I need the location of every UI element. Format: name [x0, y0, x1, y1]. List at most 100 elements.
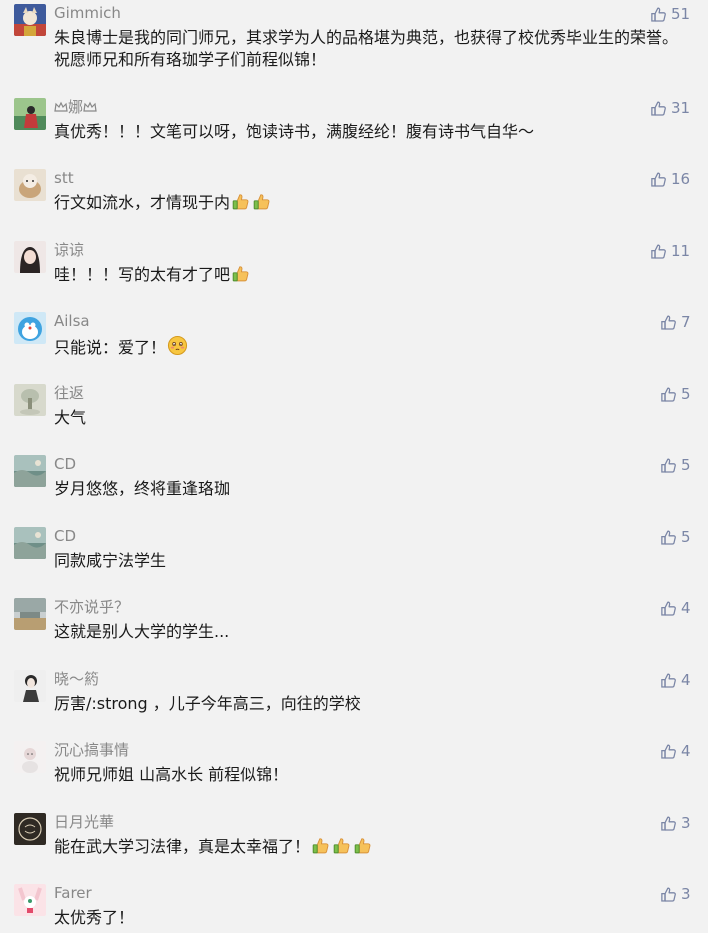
- like-button[interactable]: 11: [650, 241, 690, 261]
- thumbs-up-icon: [660, 457, 677, 474]
- like-button[interactable]: 16: [650, 169, 690, 189]
- avatar[interactable]: [14, 98, 46, 130]
- like-button[interactable]: 4: [660, 741, 691, 761]
- comment-text: 这就是别人大学的学生...: [54, 622, 230, 641]
- comment-text: 哇！！！写的太有才了吧: [54, 264, 684, 286]
- comment-item: CD 岁月悠悠，终将重逢珞珈 5: [0, 455, 708, 505]
- like-count: 5: [681, 385, 691, 403]
- commenter-name: Ailsa: [54, 312, 90, 330]
- thumbs-up-emoji: [252, 192, 271, 211]
- blushing-face-emoji: [167, 335, 188, 356]
- comment-text: 行文如流水，才情现于内: [54, 192, 684, 214]
- like-count: 51: [671, 5, 691, 23]
- commenter-name: 不亦说乎？: [54, 598, 130, 616]
- commenter-name: CD: [54, 527, 77, 545]
- like-button[interactable]: 3: [660, 884, 691, 904]
- like-count: 5: [681, 528, 691, 546]
- comment-text: 能在武大学习法律，真是太幸福了！: [54, 836, 684, 858]
- comment-text: 岁月悠悠，终将重逢珞珈: [54, 479, 231, 498]
- comment-item: 不亦说乎？ 这就是别人大学的学生... 4: [0, 598, 708, 648]
- thumbs-up-emoji: [231, 264, 250, 283]
- avatar[interactable]: [14, 241, 46, 273]
- comment-item: Ailsa 只能说：爱了！ 7: [0, 312, 708, 362]
- comment-text: 同款咸宁法学生: [54, 551, 167, 570]
- thumbs-up-emoji: [311, 836, 330, 855]
- avatar[interactable]: [14, 169, 46, 201]
- commenter-name: stt: [54, 169, 74, 187]
- like-button[interactable]: 4: [660, 670, 691, 690]
- commenter-name: Farer: [54, 884, 92, 902]
- avatar[interactable]: [14, 741, 46, 773]
- thumbs-up-icon: [660, 743, 677, 760]
- thumbs-up-icon: [650, 6, 667, 23]
- avatar[interactable]: [14, 384, 46, 416]
- like-count: 16: [671, 170, 691, 188]
- avatar[interactable]: [14, 598, 46, 630]
- like-button[interactable]: 5: [660, 527, 691, 547]
- like-button[interactable]: 7: [660, 312, 691, 332]
- comment-text: 厉害/:strong ，儿子今年高三，向往的学校: [54, 694, 361, 713]
- thumbs-up-icon: [660, 600, 677, 617]
- like-count: 4: [681, 599, 691, 617]
- thumbs-up-emoji: [332, 836, 351, 855]
- like-button[interactable]: 51: [650, 4, 690, 24]
- comment-text: 大气: [54, 408, 87, 427]
- crown-icon: [54, 99, 68, 112]
- thumbs-up-icon: [660, 672, 677, 689]
- like-count: 3: [681, 814, 691, 832]
- like-button[interactable]: 31: [650, 98, 690, 118]
- like-button[interactable]: 5: [660, 384, 691, 404]
- like-count: 31: [671, 99, 691, 117]
- commenter-name: 往返: [54, 384, 85, 402]
- thumbs-up-emoji: [353, 836, 372, 855]
- avatar[interactable]: [14, 312, 46, 344]
- avatar[interactable]: [14, 455, 46, 487]
- commenter-name: 娜: [54, 98, 97, 116]
- comment-item: 沉心搞事情 祝师兄师姐 山高水长 前程似锦！ 4: [0, 741, 708, 791]
- commenter-name: CD: [54, 455, 77, 473]
- avatar[interactable]: [14, 813, 46, 845]
- avatar[interactable]: [14, 670, 46, 702]
- comment-item: 娜 真优秀！！！文笔可以呀，饱读诗书，满腹经纶！腹有诗书气自华～ 31: [0, 98, 708, 148]
- like-button[interactable]: 5: [660, 455, 691, 475]
- thumbs-up-icon: [660, 386, 677, 403]
- like-count: 3: [681, 885, 691, 903]
- thumbs-up-emoji: [231, 192, 250, 211]
- commenter-name: 晓～箹: [54, 670, 100, 688]
- like-count: 5: [681, 456, 691, 474]
- thumbs-up-icon: [660, 529, 677, 546]
- thumbs-up-icon: [650, 171, 667, 188]
- comment-item: 晓～箹 厉害/:strong ，儿子今年高三，向往的学校 4: [0, 670, 708, 720]
- like-count: 4: [681, 742, 691, 760]
- like-count: 11: [671, 242, 691, 260]
- avatar[interactable]: [14, 527, 46, 559]
- commenter-name: 谅谅: [54, 241, 85, 259]
- comment-item: stt 行文如流水，才情现于内 16: [0, 169, 708, 219]
- comment-item: 日月光華 能在武大学习法律，真是太幸福了！ 3: [0, 813, 708, 863]
- avatar[interactable]: [14, 4, 46, 36]
- comment-text: 只能说：爱了！: [54, 335, 684, 359]
- avatar[interactable]: [14, 884, 46, 916]
- comment-item: 谅谅 哇！！！写的太有才了吧 11: [0, 241, 708, 291]
- comment-item: CD 同款咸宁法学生 5: [0, 527, 708, 577]
- commenter-name: Gimmich: [54, 4, 121, 22]
- commenter-name: 日月光華: [54, 813, 115, 831]
- comment-text: 祝师兄师姐 山高水长 前程似锦！: [54, 765, 289, 784]
- thumbs-up-icon: [660, 815, 677, 832]
- like-button[interactable]: 4: [660, 598, 691, 618]
- crown-icon: [83, 99, 97, 112]
- comment-text: 真优秀！！！文笔可以呀，饱读诗书，满腹经纶！腹有诗书气自华～: [54, 122, 535, 141]
- thumbs-up-icon: [650, 100, 667, 117]
- comment-item: Farer 太优秀了！ 3: [0, 884, 708, 933]
- thumbs-up-icon: [660, 886, 677, 903]
- like-button[interactable]: 3: [660, 813, 691, 833]
- thumbs-up-icon: [660, 314, 677, 331]
- like-count: 7: [681, 313, 691, 331]
- thumbs-up-icon: [650, 243, 667, 260]
- comment-item: Gimmich 朱良博士是我的同门师兄，其求学为人的品格堪为典范，也获得了校优秀…: [0, 4, 708, 74]
- comment-text: 太优秀了！: [54, 908, 135, 927]
- comment-item: 往返 大气 5: [0, 384, 708, 434]
- like-count: 4: [681, 671, 691, 689]
- commenter-name: 沉心搞事情: [54, 741, 130, 759]
- comment-text: 朱良博士是我的同门师兄，其求学为人的品格堪为典范，也获得了校优秀毕业生的荣誉。祝…: [54, 28, 679, 69]
